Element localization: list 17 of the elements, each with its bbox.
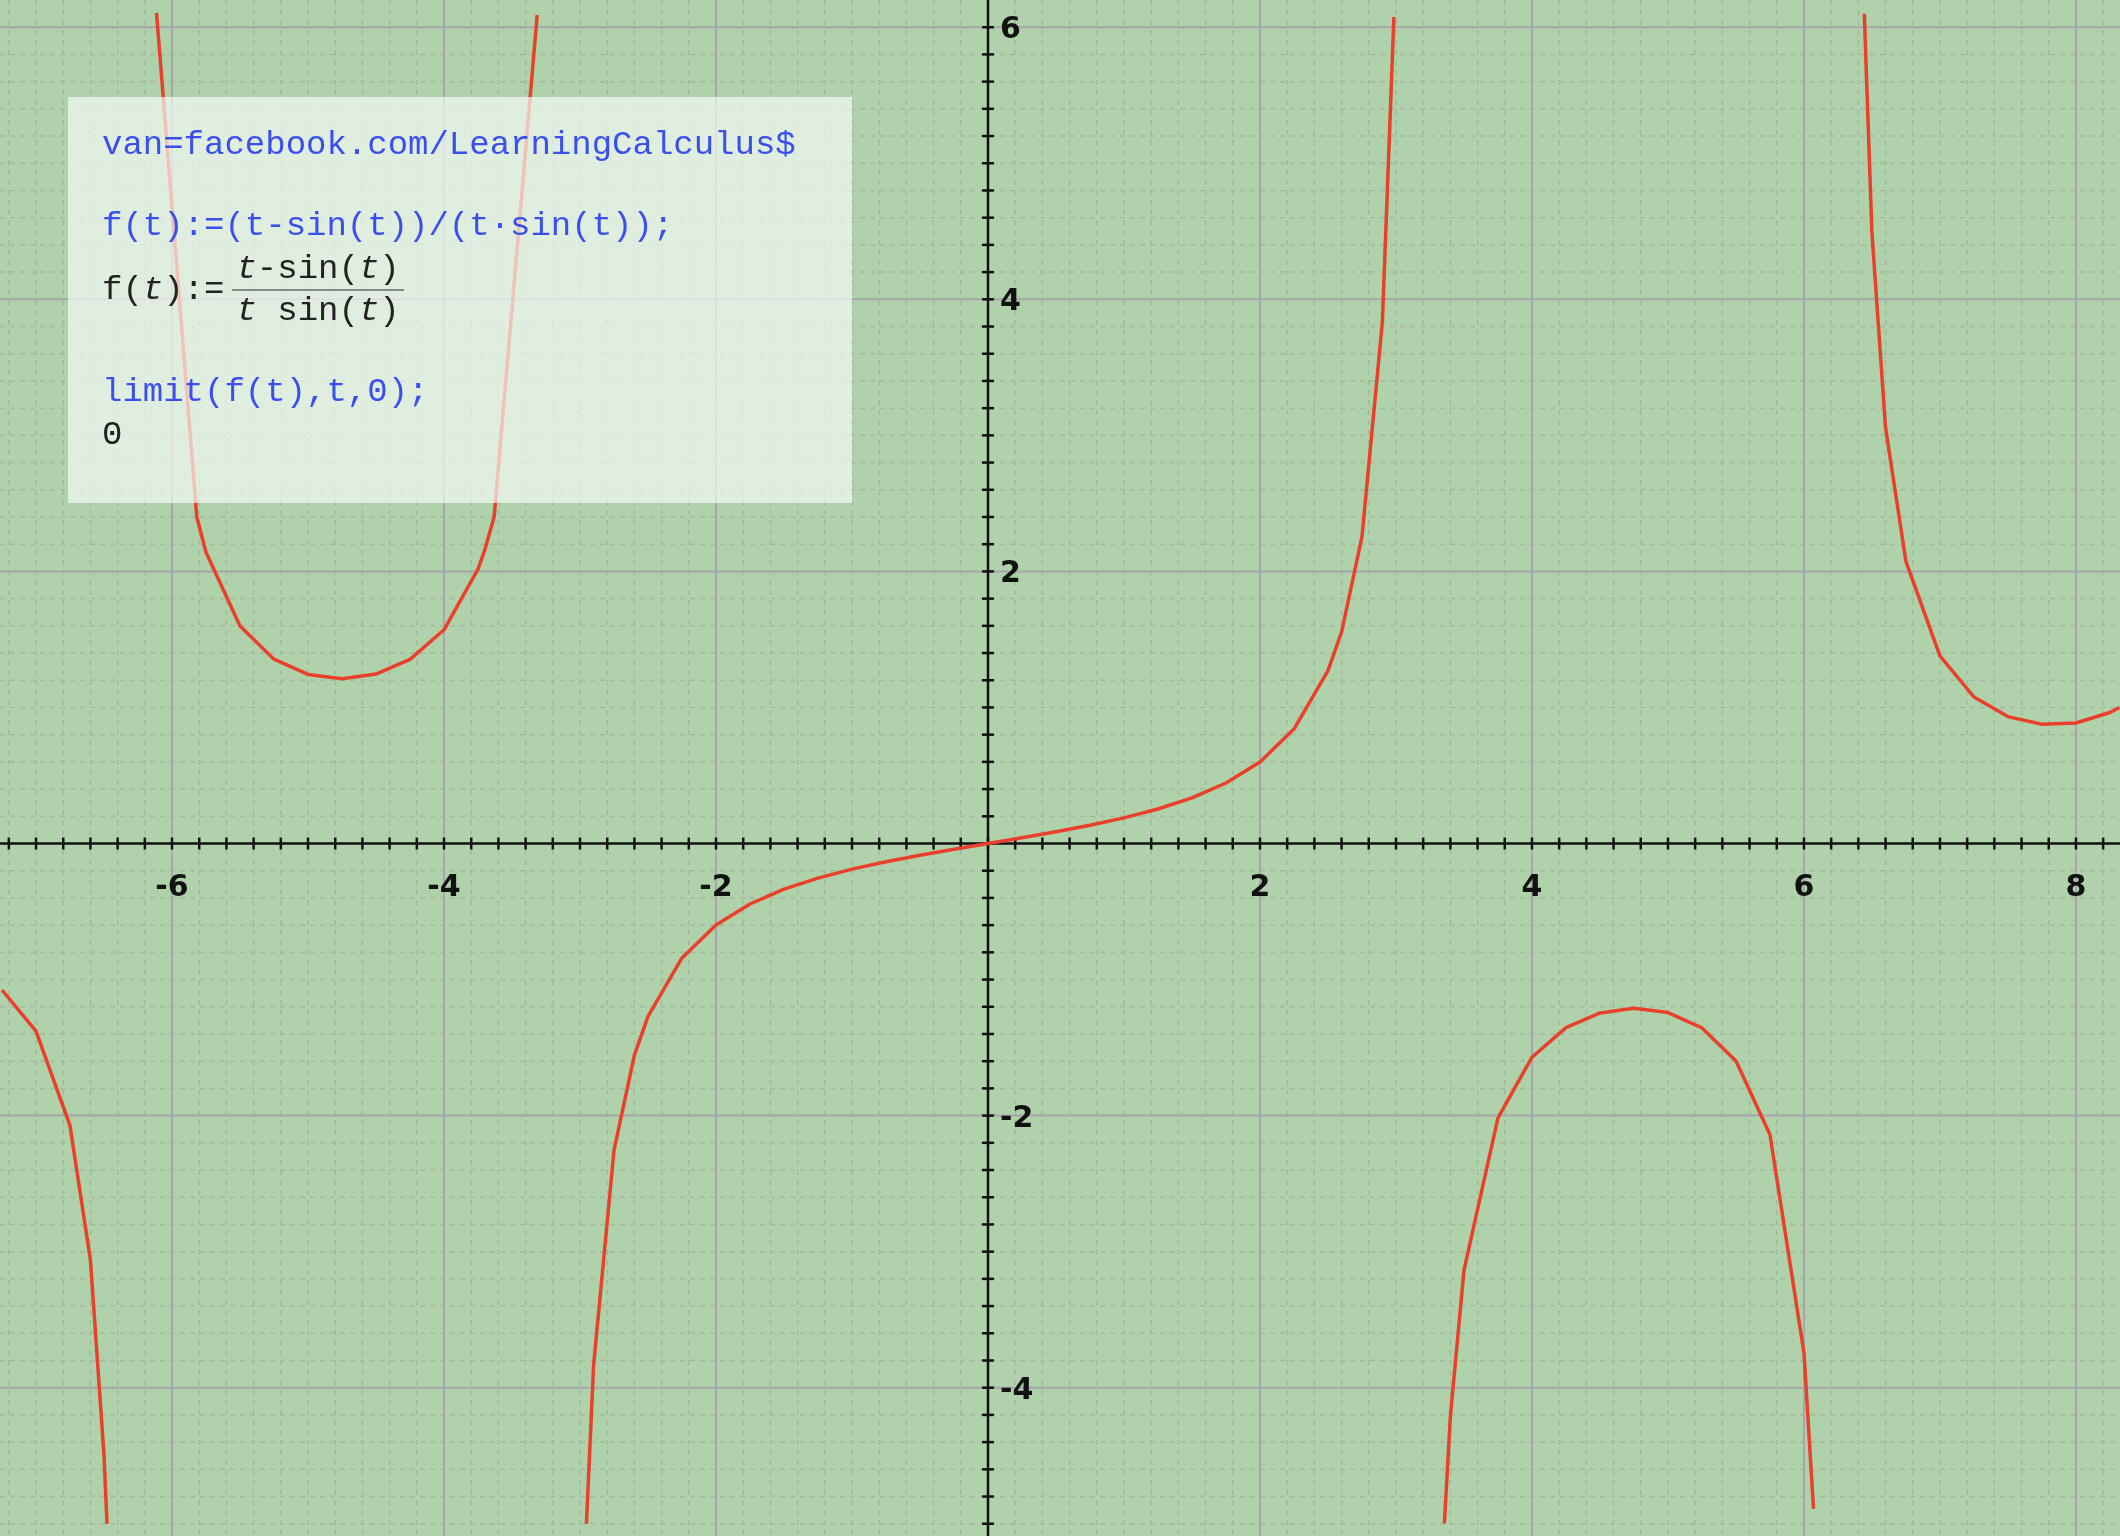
axis-tick-label: 2 xyxy=(1249,867,1271,903)
input-line: limit(f(t),t,0); xyxy=(102,372,429,413)
axis-tick-label: -2 xyxy=(1000,1098,1034,1134)
axis-tick-label: 6 xyxy=(1000,10,1021,46)
axis-tick-label: 6 xyxy=(1793,867,1815,903)
axis-tick-label: -2 xyxy=(699,867,733,903)
axis-tick-label: 8 xyxy=(2065,867,2087,903)
input-line: van=facebook.com/LearningCalculus$ xyxy=(102,125,796,166)
axis-tick-label: 4 xyxy=(1521,867,1543,903)
output-formula: f(t):= t-sin(t) t sin(t) xyxy=(102,248,404,333)
input-line: f(t):=(t-sin(t))/(t·sin(t)); xyxy=(102,205,674,247)
axis-tick-label: 2 xyxy=(1000,554,1021,590)
axis-tick-label: -4 xyxy=(427,867,461,903)
output-value: 0 xyxy=(102,415,123,456)
axis-tick-label: -6 xyxy=(155,867,189,903)
axis-tick-label: -4 xyxy=(1000,1370,1034,1406)
axis-tick-label: 4 xyxy=(1000,282,1021,318)
